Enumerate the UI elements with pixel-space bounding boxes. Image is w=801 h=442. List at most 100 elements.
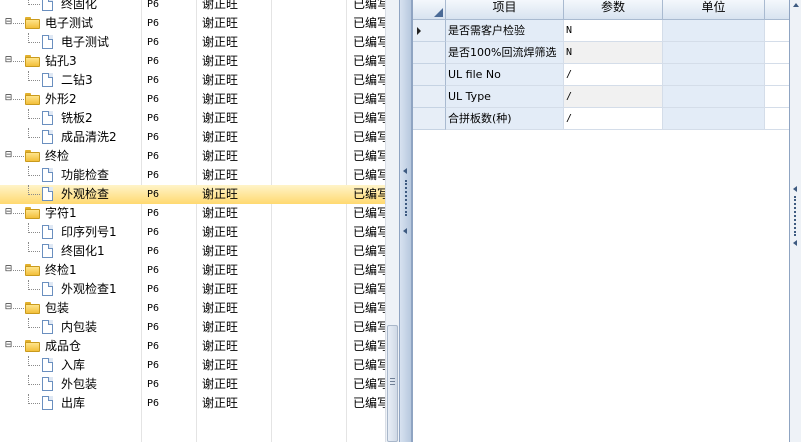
param-value-cell[interactable]: / bbox=[564, 64, 663, 86]
collapse-toggle-icon[interactable]: ⊟ bbox=[4, 94, 13, 103]
tree-node-step[interactable]: 外观检查 P6 谢正旺 已编写 bbox=[0, 185, 385, 204]
process-code: P6 bbox=[147, 360, 160, 371]
process-tree-grid[interactable]: 终固化 P6 谢正旺 已编写 ⊟ 电子测试 P6 谢正旺 已编写 电子测试 P6 谢正旺 已编写 ⊟ 钻孔3… bbox=[0, 0, 385, 442]
tree-node-step[interactable]: 内包装 P6 谢正旺 已编写 bbox=[0, 318, 385, 337]
tree-node-step[interactable]: 入库 P6 谢正旺 已编写 bbox=[0, 356, 385, 375]
folder-icon bbox=[25, 150, 40, 162]
tree-node-group[interactable]: ⊟ 成品仓 P6 谢正旺 已编写 bbox=[0, 337, 385, 356]
column-header-item[interactable]: 项目 bbox=[446, 0, 564, 20]
document-icon bbox=[42, 358, 53, 372]
document-icon bbox=[42, 377, 53, 391]
person-name: 谢正旺 bbox=[202, 358, 239, 372]
param-unit-cell[interactable] bbox=[663, 20, 765, 42]
tree-node-group[interactable]: ⊟ 字符1 P6 谢正旺 已编写 bbox=[0, 204, 385, 223]
tree-node-step[interactable]: 出库 P6 谢正旺 已编写 bbox=[0, 394, 385, 413]
tree-node-label: 终检1 bbox=[45, 263, 77, 277]
panel-splitter[interactable] bbox=[399, 0, 412, 442]
tree-node-step[interactable]: 功能检查 P6 谢正旺 已编写 bbox=[0, 166, 385, 185]
column-header-unit[interactable]: 单位 bbox=[663, 0, 765, 20]
grid-vertical-scrollbar[interactable] bbox=[789, 0, 801, 442]
person-name: 谢正旺 bbox=[202, 282, 239, 296]
collapse-toggle-icon[interactable]: ⊟ bbox=[4, 151, 13, 160]
tree-node-step[interactable]: 外包装 P6 谢正旺 已编写 bbox=[0, 375, 385, 394]
tree-node-group[interactable]: ⊟ 包装 P6 谢正旺 已编写 bbox=[0, 299, 385, 318]
param-unit-cell[interactable] bbox=[663, 108, 765, 130]
status-text: 已编写 bbox=[353, 54, 385, 68]
tree-node-step[interactable]: 终固化1 P6 谢正旺 已编写 bbox=[0, 242, 385, 261]
tree-node-step[interactable]: 铣板2 P6 谢正旺 已编写 bbox=[0, 109, 385, 128]
param-item-cell[interactable]: UL Type bbox=[446, 86, 564, 108]
tree-node-step[interactable]: 印序列号1 P6 谢正旺 已编写 bbox=[0, 223, 385, 242]
row-header[interactable] bbox=[413, 42, 446, 64]
grid-filler-cell bbox=[765, 42, 790, 64]
param-item-cell[interactable]: 是否100%回流焊筛选 bbox=[446, 42, 564, 64]
collapse-arrow-icon[interactable] bbox=[793, 186, 797, 192]
tree-node-label: 成品仓 bbox=[45, 339, 82, 353]
process-code: P6 bbox=[147, 227, 160, 238]
collapse-toggle-icon[interactable]: ⊟ bbox=[4, 56, 13, 65]
tree-node-step[interactable]: 成品清洗2 P6 谢正旺 已编写 bbox=[0, 128, 385, 147]
collapse-toggle-icon[interactable]: ⊟ bbox=[4, 208, 13, 217]
tree-node-step[interactable]: 二钻3 P6 谢正旺 已编写 bbox=[0, 71, 385, 90]
collapse-left-arrow-icon[interactable] bbox=[403, 168, 407, 174]
tree-node-group[interactable]: ⊟ 外形2 P6 谢正旺 已编写 bbox=[0, 90, 385, 109]
status-text: 已编写 bbox=[353, 377, 385, 391]
collapse-toggle-icon[interactable]: ⊟ bbox=[4, 303, 13, 312]
tree-node-group[interactable]: ⊟ 电子测试 P6 谢正旺 已编写 bbox=[0, 14, 385, 33]
row-header[interactable] bbox=[413, 86, 446, 108]
status-text: 已编写 bbox=[353, 320, 385, 334]
param-unit-cell[interactable] bbox=[663, 42, 765, 64]
person-name: 谢正旺 bbox=[202, 339, 239, 353]
status-text: 已编写 bbox=[353, 149, 385, 163]
person-name: 谢正旺 bbox=[202, 168, 239, 182]
person-name: 谢正旺 bbox=[202, 225, 239, 239]
tree-node-step[interactable]: 外观检查1 P6 谢正旺 已编写 bbox=[0, 280, 385, 299]
status-text: 已编写 bbox=[353, 396, 385, 410]
row-header[interactable] bbox=[413, 64, 446, 86]
collapse-left-arrow-icon[interactable] bbox=[403, 228, 407, 234]
tree-vertical-scrollbar[interactable] bbox=[385, 0, 399, 442]
tree-node-step[interactable]: 终固化 P6 谢正旺 已编写 bbox=[0, 0, 385, 14]
column-header-value[interactable]: 参数 bbox=[564, 0, 663, 20]
param-unit-cell[interactable] bbox=[663, 86, 765, 108]
param-item-cell[interactable]: UL file No bbox=[446, 64, 564, 86]
param-value-cell[interactable]: / bbox=[564, 86, 663, 108]
tree-node-group[interactable]: ⊟ 钻孔3 P6 谢正旺 已编写 bbox=[0, 52, 385, 71]
folder-icon bbox=[25, 264, 40, 276]
tree-node-label: 外观检查 bbox=[61, 187, 110, 201]
process-code: P6 bbox=[147, 94, 160, 105]
status-text: 已编写 bbox=[353, 73, 385, 87]
collapse-toggle-icon[interactable]: ⊟ bbox=[4, 265, 13, 274]
row-header[interactable] bbox=[413, 20, 446, 42]
document-icon bbox=[42, 35, 53, 49]
param-value-cell[interactable]: N bbox=[564, 20, 663, 42]
process-code: P6 bbox=[147, 18, 160, 29]
scrollbar-thumb[interactable] bbox=[387, 325, 398, 442]
param-unit-cell[interactable] bbox=[663, 64, 765, 86]
person-name: 谢正旺 bbox=[202, 206, 239, 220]
status-text: 已编写 bbox=[353, 35, 385, 49]
param-item-cell[interactable]: 是否需客户检验 bbox=[446, 20, 564, 42]
param-value-cell[interactable]: / bbox=[564, 108, 663, 130]
person-name: 谢正旺 bbox=[202, 0, 239, 11]
collapse-toggle-icon[interactable]: ⊟ bbox=[4, 18, 13, 27]
tree-node-step[interactable]: 电子测试 P6 谢正旺 已编写 bbox=[0, 33, 385, 52]
tree-node-label: 外观检查1 bbox=[61, 282, 117, 296]
param-value-cell[interactable]: N bbox=[564, 42, 663, 64]
tree-node-group[interactable]: ⊟ 终检1 P6 谢正旺 已编写 bbox=[0, 261, 385, 280]
parameters-grid[interactable]: 项目 参数 单位 是否需客户检验 N 是否100%回流焊筛选 N UL file No /… bbox=[412, 0, 790, 442]
grid-select-all-corner[interactable] bbox=[413, 0, 446, 20]
folder-icon bbox=[25, 93, 40, 105]
document-icon bbox=[42, 111, 53, 125]
process-code: P6 bbox=[147, 322, 160, 333]
collapse-arrow-icon[interactable] bbox=[793, 240, 797, 246]
row-header[interactable] bbox=[413, 108, 446, 130]
process-code: P6 bbox=[147, 189, 160, 200]
current-row-pointer-icon bbox=[417, 27, 421, 35]
param-item-cell[interactable]: 合拼板数(种) bbox=[446, 108, 564, 130]
tree-node-label: 包装 bbox=[45, 301, 70, 315]
tree-node-group[interactable]: ⊟ 终检 P6 谢正旺 已编写 bbox=[0, 147, 385, 166]
scroll-up-arrow-icon[interactable] bbox=[793, 3, 799, 7]
document-icon bbox=[42, 130, 53, 144]
collapse-toggle-icon[interactable]: ⊟ bbox=[4, 341, 13, 350]
